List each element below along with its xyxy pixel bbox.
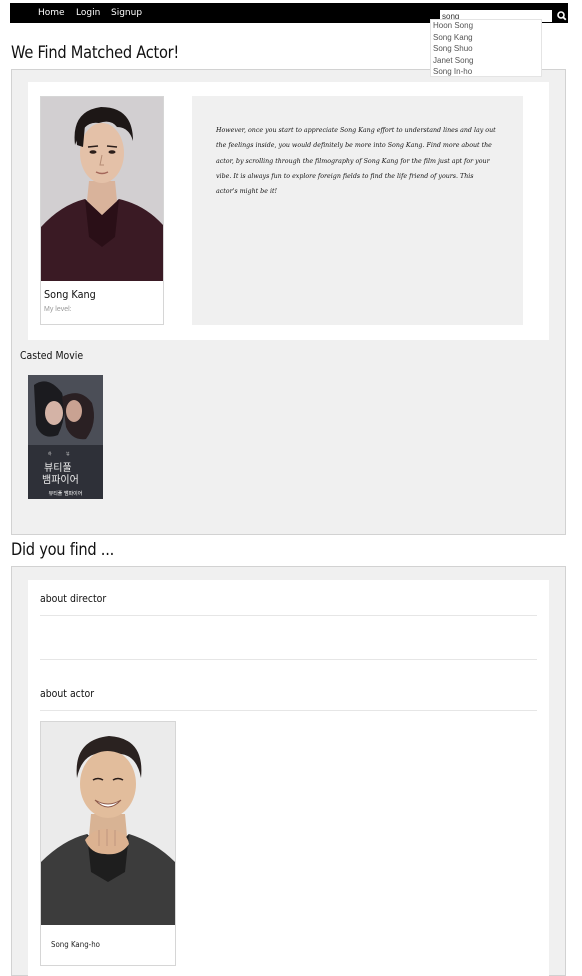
svg-text:뷰티풀: 뷰티풀 (44, 462, 72, 474)
nav-signup-link[interactable]: Signup (111, 8, 142, 18)
did-you-find-title: Did you find ... (11, 540, 114, 560)
suggestion-item[interactable]: Hoon Song (431, 20, 541, 32)
suggestion-item[interactable]: Janet Song (431, 55, 541, 67)
movie-caption: 뷰티풀 뱀파이어 (48, 491, 83, 497)
related-actor-name: Song Kang-ho (51, 940, 100, 949)
actor-photo (41, 97, 163, 281)
divider (40, 659, 537, 660)
related-actor-card[interactable]: Song Kang-ho (40, 721, 176, 966)
divider (40, 710, 537, 711)
search-suggestions-dropdown: Hoon Song Song Kang Song Shuo Janet Song… (430, 19, 542, 77)
about-actor-label: about actor (40, 687, 95, 700)
svg-text:하: 하 (48, 450, 52, 456)
nav-home-link[interactable]: Home (38, 8, 65, 18)
suggestion-item[interactable]: Song Kang (431, 32, 541, 44)
search-icon[interactable] (555, 9, 569, 23)
nav-login-link[interactable]: Login (76, 8, 100, 18)
actor-level-label: My level: (44, 306, 72, 313)
actor-description-box: However, once you start to appreciate So… (192, 96, 523, 325)
actor-description: However, once you start to appreciate So… (216, 127, 496, 196)
suggestion-item[interactable]: Song Shuo (431, 43, 541, 55)
matched-actor-title: We Find Matched Actor! (11, 43, 180, 63)
actor-name: Song Kang (44, 288, 96, 301)
divider (40, 615, 537, 616)
suggestion-item[interactable]: Song In-ho (431, 66, 541, 78)
about-director-label: about director (40, 592, 107, 605)
casted-movie-label: Casted Movie (20, 349, 84, 362)
movie-poster[interactable]: 하 뷰 뷰티풀 뱀파이어 뷰티풀 뱀파이어 (28, 375, 103, 499)
svg-text:뱀파이어: 뱀파이어 (42, 474, 79, 486)
actor-card[interactable]: Song Kang My level: (40, 96, 164, 325)
related-actor-photo (41, 722, 175, 925)
svg-text:뷰: 뷰 (66, 451, 70, 456)
